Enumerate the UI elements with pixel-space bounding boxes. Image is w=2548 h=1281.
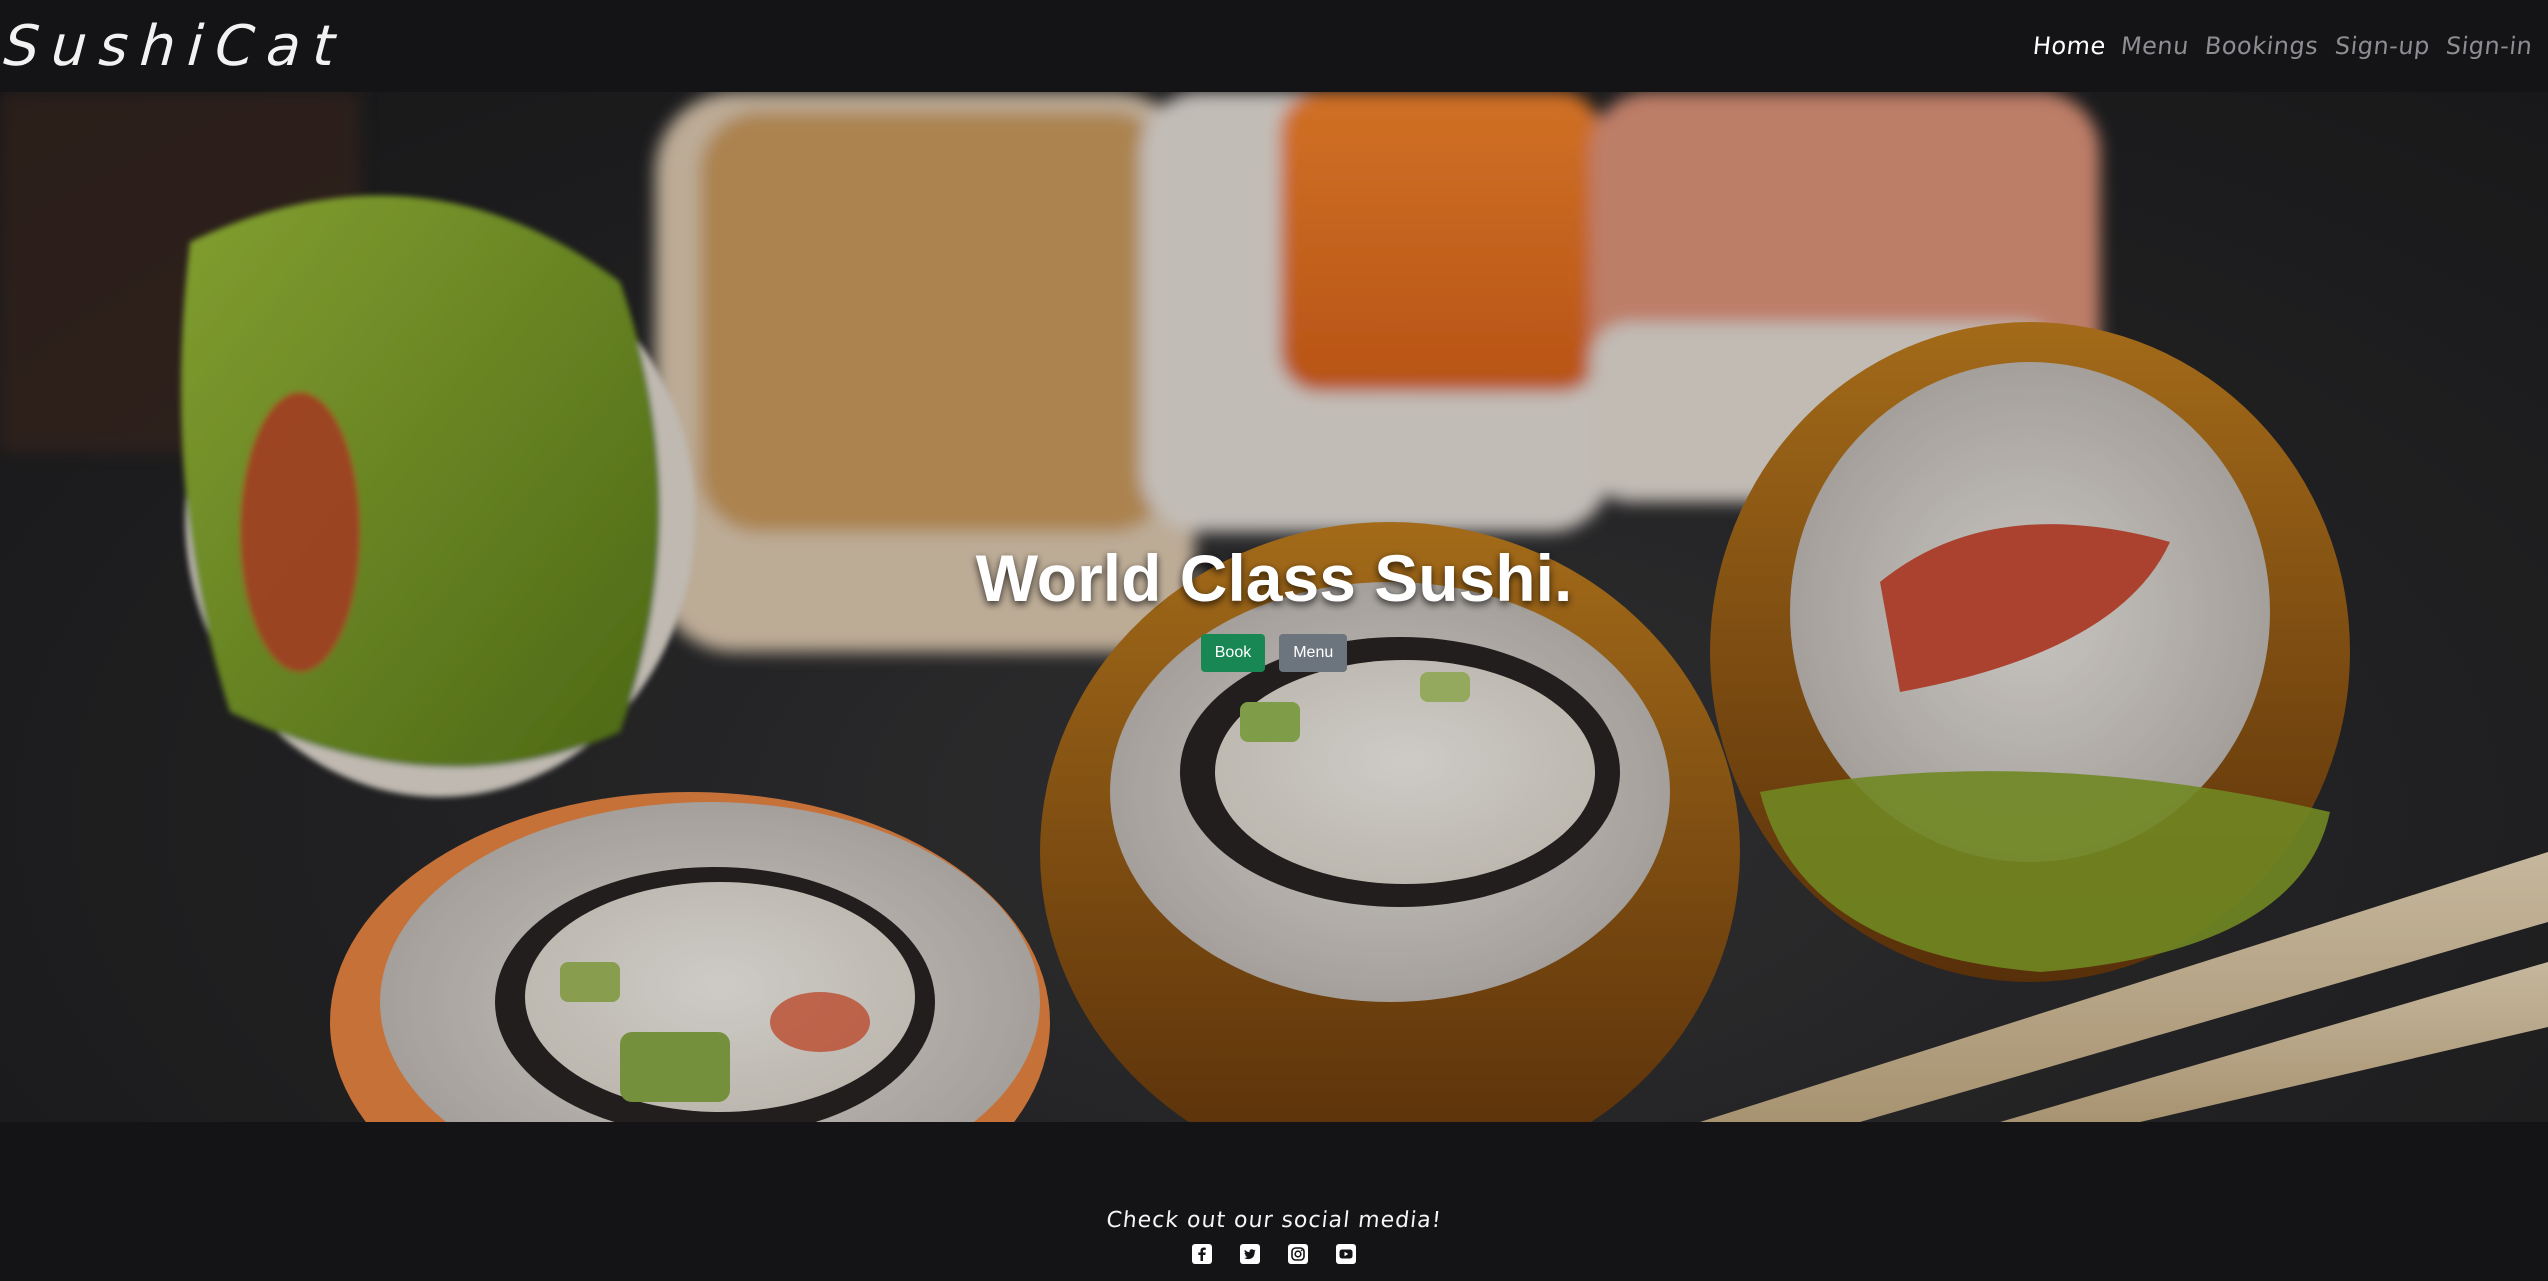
footer-social-text: Check out our social media! [1105,1208,1443,1233]
hero-buttons: Book Menu [0,634,2548,672]
facebook-icon[interactable] [1192,1244,1212,1264]
nav-bookings[interactable]: Bookings [2204,32,2320,60]
book-button[interactable]: Book [1200,634,1266,672]
nav-menu[interactable]: Menu [2120,32,2191,60]
youtube-icon[interactable] [1336,1244,1356,1264]
instagram-icon[interactable] [1288,1244,1308,1264]
nav-home[interactable]: Home [2031,32,2107,60]
social-links [0,1244,2548,1264]
nav-signin[interactable]: Sign-in [2444,32,2533,60]
brand-logo[interactable]: SushiCat [2,14,349,79]
menu-button[interactable]: Menu [1279,634,1348,672]
hero-content: World Class Sushi. Book Menu [0,540,2548,672]
nav-links: Home Menu Bookings Sign-up Sign-in [2031,32,2533,60]
navbar: SushiCat Home Menu Bookings Sign-up Sign… [0,0,2548,92]
hero-section: World Class Sushi. Book Menu [0,92,2548,1122]
footer: Check out our social media! [0,1122,2548,1281]
nav-signup[interactable]: Sign-up [2333,32,2431,60]
hero-title: World Class Sushi. [975,541,1573,615]
twitter-icon[interactable] [1240,1244,1260,1264]
